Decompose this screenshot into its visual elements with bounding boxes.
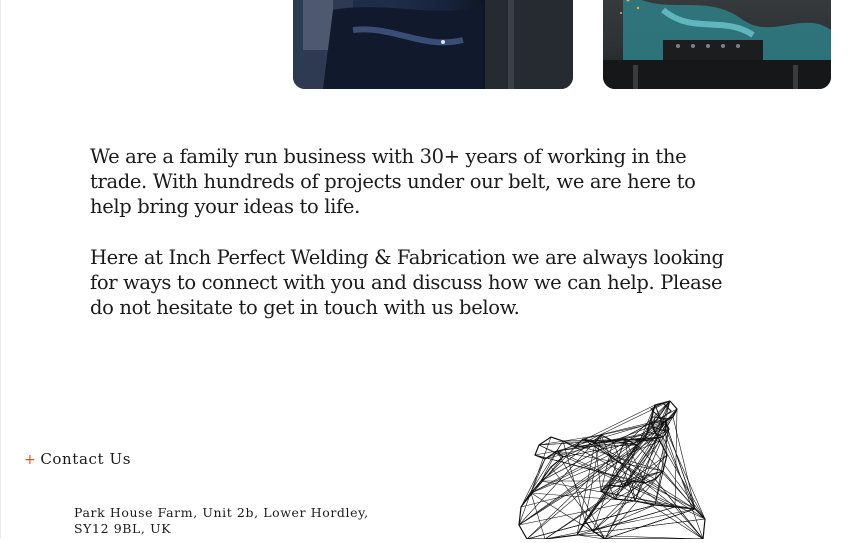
address-line-2: SY12 9BL, UK [74, 521, 172, 536]
intro-paragraph-2: Here at Inch Perfect Welding & Fabricati… [90, 245, 724, 320]
fabrication-photo [603, 0, 831, 89]
contact-section-heading: + Contact Us [24, 450, 131, 468]
intro-paragraph-1: We are a family run business with 30+ ye… [90, 145, 696, 219]
plus-icon: + [24, 452, 37, 468]
page-edge-line [0, 0, 1, 539]
contact-address: Park House Farm, Unit 2b, Lower Hordley,… [74, 505, 369, 537]
welder-photo [293, 0, 573, 89]
uk-map-illustration [505, 395, 720, 540]
contact-heading-label: Contact Us [40, 450, 132, 468]
intro-text: We are a family run business with 30+ ye… [90, 144, 740, 346]
address-line-1: Park House Farm, Unit 2b, Lower Hordley, [74, 505, 369, 520]
